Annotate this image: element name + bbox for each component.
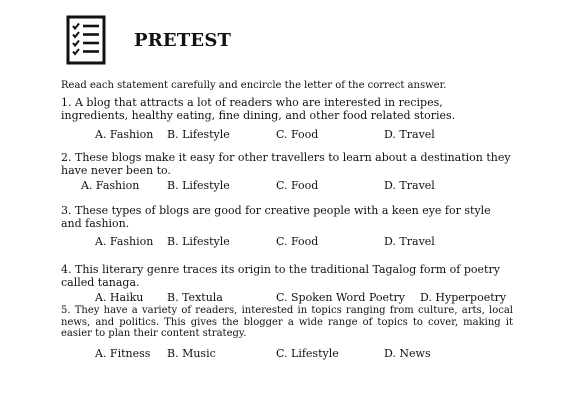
q2-option-a: A. Fashion — [81, 179, 140, 192]
question-2-options: A. Fashion B. Lifestyle C. Food D. Trave… — [81, 180, 561, 192]
page-title: PRETEST — [134, 30, 232, 51]
q3-option-a: A. Fashion — [95, 235, 154, 248]
question-2: 2. These blogs make it easy for other tr… — [61, 151, 511, 177]
q1-option-a: A. Fashion — [95, 128, 154, 141]
question-1: 1. A blog that attracts a lot of readers… — [61, 96, 456, 122]
q1-option-b: B. Lifestyle — [167, 128, 230, 141]
question-3: 3. These types of blogs are good for cre… — [61, 204, 491, 230]
checklist-icon — [66, 15, 106, 65]
q2-option-b: B. Lifestyle — [167, 179, 230, 192]
question-4: 4. This literary genre traces its origin… — [61, 263, 500, 289]
q3-option-b: B. Lifestyle — [167, 235, 230, 248]
q4-option-b: B. Textula — [167, 291, 223, 304]
q4-option-a: A. Haiku — [95, 291, 144, 304]
question-5-options: A. Fitness B. Music C. Lifestyle D. News — [95, 348, 575, 360]
instructions: Read each statement carefully and encirc… — [61, 80, 447, 91]
question-1-options: A. Fashion B. Lifestyle C. Food D. Trave… — [95, 129, 575, 141]
question-4-options: A. Haiku B. Textula C. Spoken Word Poetr… — [95, 292, 575, 304]
q1-option-d: D. Travel — [384, 128, 435, 141]
q5-option-a: A. Fitness — [95, 347, 151, 360]
question-3-options: A. Fashion B. Lifestyle C. Food D. Trave… — [95, 236, 575, 248]
q5-option-d: D. News — [384, 347, 431, 360]
q3-option-d: D. Travel — [384, 235, 435, 248]
q2-option-c: C. Food — [276, 179, 319, 192]
q1-option-c: C. Food — [276, 128, 319, 141]
q4-option-d: D. Hyperpoetry — [420, 291, 507, 304]
question-5: 5. They have a variety of readers, inter… — [61, 305, 513, 339]
q4-option-c: C. Spoken Word Poetry — [276, 291, 405, 304]
q5-option-c: C. Lifestyle — [276, 347, 339, 360]
q3-option-c: C. Food — [276, 235, 319, 248]
q5-option-b: B. Music — [167, 347, 216, 360]
q2-option-d: D. Travel — [384, 179, 435, 192]
